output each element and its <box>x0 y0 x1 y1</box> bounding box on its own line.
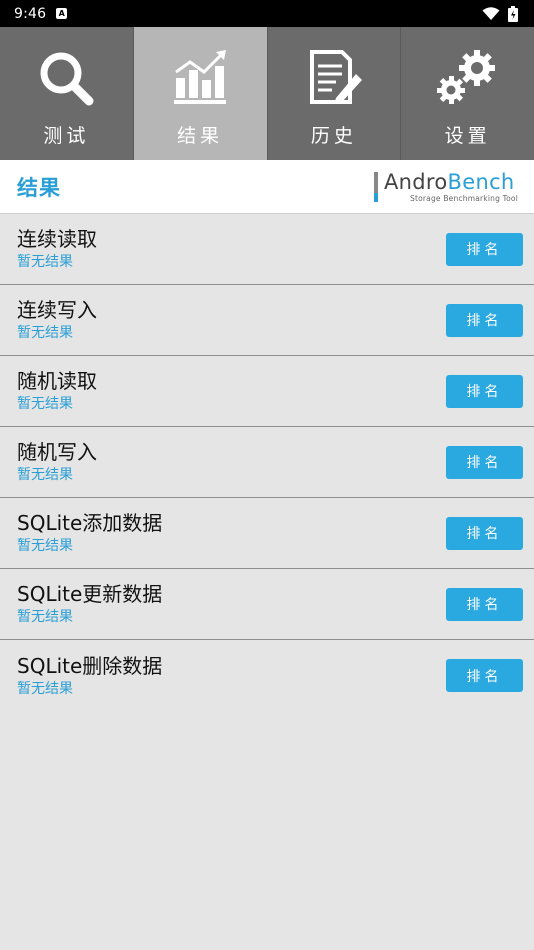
row-status: 暂无结果 <box>17 467 73 483</box>
androbench-logo: AndroBench Storage Benchmarking Tool <box>374 171 518 203</box>
rank-button[interactable]: 排名 <box>446 516 523 550</box>
row-title: 连续写入 <box>17 298 97 322</box>
chart-icon <box>172 47 228 109</box>
logo-name-part1: Andro <box>384 169 448 194</box>
rank-button[interactable]: 排名 <box>446 232 523 266</box>
tab-label: 测试 <box>43 125 90 147</box>
row-title: SQLite更新数据 <box>17 582 163 606</box>
status-time: 9:46 <box>14 5 47 22</box>
logo-name-part2: Bench <box>447 169 515 194</box>
logo-name: AndroBench <box>384 171 518 193</box>
row-text: SQLite添加数据 暂无结果 <box>17 511 162 555</box>
tab-settings[interactable]: 设置 <box>401 27 534 160</box>
logo-text: AndroBench Storage Benchmarking Tool <box>384 171 518 203</box>
status-bar: 9:46 A <box>0 0 534 27</box>
row-status: 暂无结果 <box>17 396 73 412</box>
rank-button[interactable]: 排名 <box>446 445 523 479</box>
status-left: 9:46 A <box>14 5 68 22</box>
row-title: 随机读取 <box>17 369 97 393</box>
row-text: 连续读取 暂无结果 <box>17 227 97 271</box>
list-item-rand-write: 随机写入 暂无结果 排名 <box>0 427 534 498</box>
wifi-icon <box>482 6 500 20</box>
rank-button[interactable]: 排名 <box>446 587 523 621</box>
list-item-sqlite-insert: SQLite添加数据 暂无结果 排名 <box>0 498 534 569</box>
row-status: 暂无结果 <box>17 325 73 341</box>
status-right <box>482 5 518 22</box>
page-title: 结果 <box>17 175 61 200</box>
notification-icon: A <box>56 8 68 19</box>
results-list: 连续读取 暂无结果 排名 连续写入 暂无结果 排名 随机读取 暂无结果 排名 随… <box>0 214 534 711</box>
row-status: 暂无结果 <box>17 609 73 625</box>
list-item-rand-read: 随机读取 暂无结果 排名 <box>0 356 534 427</box>
row-text: SQLite删除数据 暂无结果 <box>17 654 162 698</box>
logo-subtitle: Storage Benchmarking Tool <box>410 193 518 203</box>
list-item-seq-read: 连续读取 暂无结果 排名 <box>0 214 534 285</box>
tab-bar: 测试 结果 历史 设置 <box>0 27 534 160</box>
row-text: SQLite更新数据 暂无结果 <box>17 582 162 626</box>
tab-history[interactable]: 历史 <box>268 27 402 160</box>
row-status: 暂无结果 <box>17 538 73 554</box>
page-header: 结果 AndroBench Storage Benchmarking Tool <box>0 160 534 214</box>
rank-button[interactable]: 排名 <box>446 659 523 692</box>
row-title: 随机写入 <box>17 440 97 464</box>
battery-icon <box>508 5 518 22</box>
list-item-seq-write: 连续写入 暂无结果 排名 <box>0 285 534 356</box>
tab-label: 结果 <box>177 125 224 147</box>
row-status: 暂无结果 <box>17 254 73 270</box>
row-text: 随机读取 暂无结果 <box>17 369 97 413</box>
history-icon <box>306 47 362 109</box>
list-item-sqlite-update: SQLite更新数据 暂无结果 排名 <box>0 569 534 640</box>
list-item-sqlite-delete: SQLite删除数据 暂无结果 排名 <box>0 640 534 711</box>
row-title: SQLite删除数据 <box>17 653 163 678</box>
row-title: SQLite添加数据 <box>17 511 163 535</box>
logo-bar-icon <box>374 171 378 202</box>
row-text: 连续写入 暂无结果 <box>17 298 97 342</box>
rank-button[interactable]: 排名 <box>446 303 523 337</box>
tab-results[interactable]: 结果 <box>133 27 268 160</box>
row-status: 暂无结果 <box>17 680 73 697</box>
row-text: 随机写入 暂无结果 <box>17 440 97 484</box>
tab-label: 设置 <box>444 125 491 147</box>
tab-test[interactable]: 测试 <box>0 27 134 160</box>
gear-icon <box>435 47 501 109</box>
rank-button[interactable]: 排名 <box>446 374 523 408</box>
tab-label: 历史 <box>310 125 357 147</box>
search-icon <box>36 47 96 109</box>
row-title: 连续读取 <box>17 227 97 251</box>
